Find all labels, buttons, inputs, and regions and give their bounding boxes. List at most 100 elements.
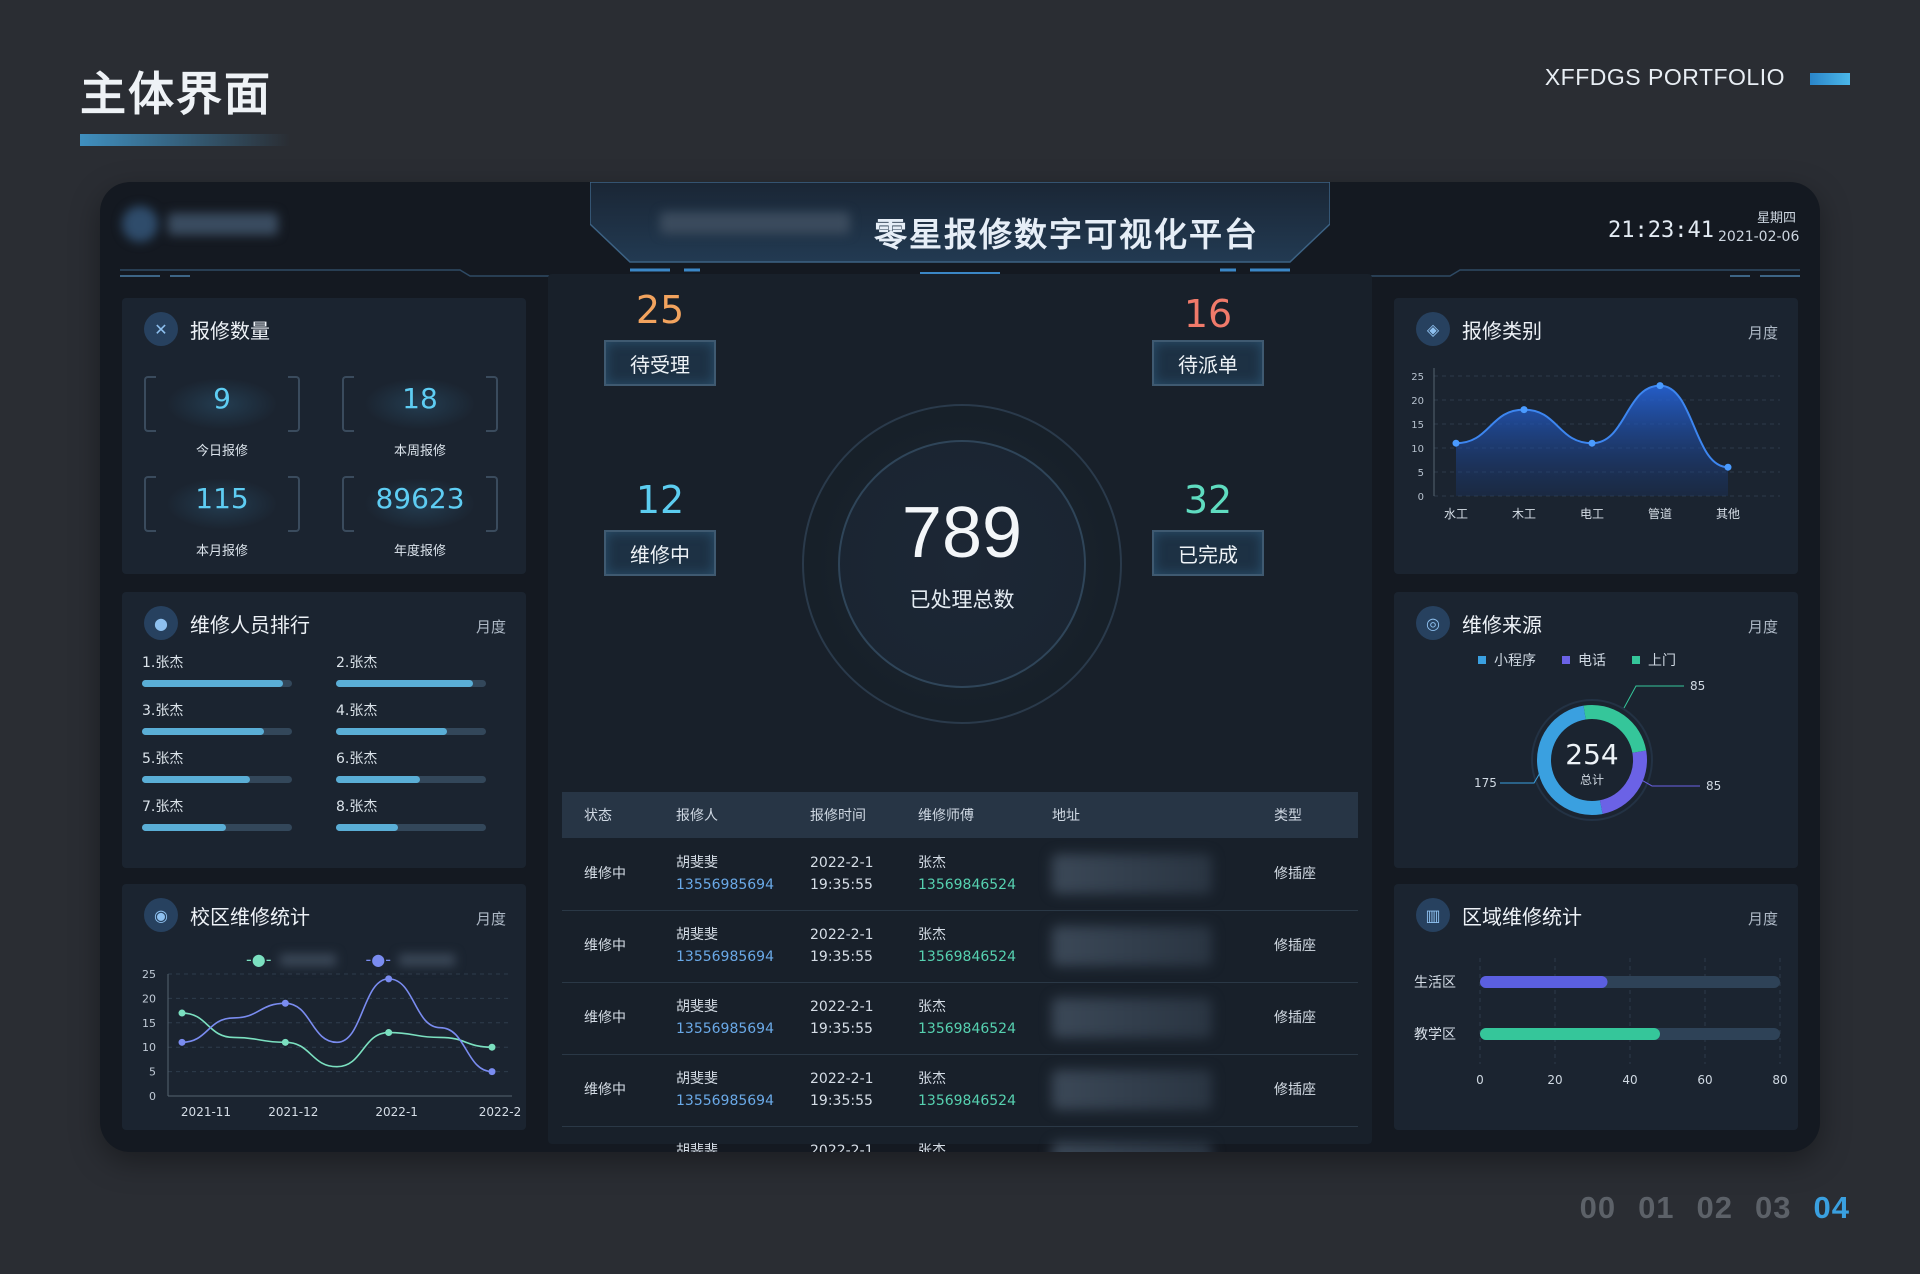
panel-repair-category: ◈ 报修类别 月度 0 5 10 15 20 25 水工 木工 电工 管道 其他 xyxy=(1394,298,1798,574)
counter-in-repair[interactable]: 12 维修中 xyxy=(580,478,740,576)
worker-name: 张杰 xyxy=(918,854,946,871)
period-selector[interactable]: 月度 xyxy=(1748,616,1778,637)
location-icon: ◉ xyxy=(144,898,178,932)
ranking-item: 7.张杰 xyxy=(142,796,292,831)
stat-label: 本月报修 xyxy=(195,544,248,559)
col-status[interactable]: 状态 xyxy=(562,792,654,838)
header-line-left xyxy=(120,269,580,277)
category-label: 生活区 xyxy=(1414,975,1456,991)
table-row[interactable]: 维修中胡斐斐135569856942022-2-119:35:55张杰13569… xyxy=(562,838,1358,911)
panel-title: 区域维修统计 xyxy=(1462,904,1582,929)
cell-type: 修插座 xyxy=(1252,910,1358,983)
x-tick-label: 2022-2 xyxy=(479,1105,522,1119)
period-selector[interactable]: 月度 xyxy=(1748,322,1778,343)
cell-address xyxy=(1030,1126,1252,1152)
reporter-name: 胡斐斐 xyxy=(676,1071,718,1087)
table-row[interactable]: 维修中胡斐斐135569856942022-2-119:35:55张杰13569… xyxy=(562,1126,1358,1152)
panel-repair-source: ◎ 维修来源 月度 小程序 电话 上门 254 总计 85 85 175 xyxy=(1394,592,1798,868)
source-donut-chart: 254 总计 85 85 175 xyxy=(1474,679,1721,821)
ranking-bar xyxy=(142,824,226,831)
col-type[interactable]: 类型 xyxy=(1252,792,1358,838)
cell-address xyxy=(1030,1054,1252,1127)
dashboard-screen: 零星报修数字可视化平台 21:23:41 星期四 2021-02-06 ✕ 报修数… xyxy=(100,182,1820,1152)
table-row[interactable]: 维修中胡斐斐135569856942022-2-119:35:55张杰13569… xyxy=(562,1054,1358,1127)
ranking-item: 2.张杰 xyxy=(336,652,486,687)
counter-pending-accept[interactable]: 25 待受理 xyxy=(580,288,740,386)
panel-region-stats: ▥ 区域维修统计 月度 0 20 40 60 80 生活区 教学区 xyxy=(1394,884,1798,1130)
clock-weekday: 星期四 xyxy=(1756,211,1796,226)
x-tick-label: 0 xyxy=(1476,1073,1484,1087)
y-tick-label: 10 xyxy=(1411,444,1424,455)
period-selector[interactable]: 月度 xyxy=(476,908,506,929)
ranking-bar xyxy=(336,728,447,735)
campus-line-chart: 0 5 10 15 20 25 2021-11 2021-12 2022-1 2022-2 xyxy=(142,970,522,1119)
report-time: 19:35:55 xyxy=(810,949,873,965)
donut-total: 254 xyxy=(1565,738,1618,771)
counter-pending-dispatch[interactable]: 16 待派单 xyxy=(1128,292,1288,386)
worker-phone: 13569846524 xyxy=(918,876,1016,893)
reporter-name: 胡斐斐 xyxy=(676,927,718,943)
page-03[interactable]: 03 xyxy=(1755,1190,1791,1226)
col-address[interactable]: 地址 xyxy=(1030,792,1252,838)
ranking-item: 3.张杰 xyxy=(142,700,292,735)
table-row[interactable]: 维修中胡斐斐135569856942022-2-119:35:55张杰13569… xyxy=(562,982,1358,1055)
y-tick-label: 5 xyxy=(1418,468,1424,479)
page-01[interactable]: 01 xyxy=(1638,1190,1674,1226)
report-date: 2022-2-1 xyxy=(810,1143,874,1152)
data-point xyxy=(1588,439,1596,447)
stat-label: 今日报修 xyxy=(195,444,248,459)
ranking-bar xyxy=(336,824,398,831)
page-00[interactable]: 00 xyxy=(1580,1190,1616,1226)
x-tick-label: 木工 xyxy=(1512,507,1536,521)
report-time: 19:35:55 xyxy=(810,1021,873,1037)
col-reporter[interactable]: 报修人 xyxy=(654,792,788,838)
cell-worker: 张杰 13569846524 xyxy=(896,982,1030,1055)
ranking-track xyxy=(142,680,292,687)
report-date: 2022-2-1 xyxy=(810,1071,874,1087)
cell-address xyxy=(1030,838,1252,911)
data-point xyxy=(178,1009,186,1017)
cell-worker: 张杰13569846524 xyxy=(896,1126,1030,1152)
cell-worker: 张杰 13569846524 xyxy=(896,838,1030,911)
report-time: 19:35:55 xyxy=(810,1093,873,1109)
heading-underline xyxy=(80,134,290,146)
cell-address xyxy=(1030,982,1252,1055)
header-subtitle-blurred xyxy=(660,212,850,234)
period-selector[interactable]: 月度 xyxy=(476,616,506,637)
slice-label: 175 xyxy=(1474,776,1497,790)
table-row[interactable]: 维修中胡斐斐135569856942022-2-119:35:55张杰13569… xyxy=(562,910,1358,983)
y-tick-label: 0 xyxy=(149,1090,156,1103)
data-point xyxy=(281,1038,289,1046)
worker-phone: 13569846524 xyxy=(918,1021,1016,1037)
worker-phone: 13569846524 xyxy=(918,1093,1016,1109)
page-02[interactable]: 02 xyxy=(1697,1190,1733,1226)
cell-status: 维修中 xyxy=(562,982,654,1055)
ranking-bar xyxy=(336,776,420,783)
worker-name: 张杰 xyxy=(918,999,946,1015)
legend-item[interactable]: 电话 xyxy=(1562,650,1606,670)
clock-time: 21:23:41 xyxy=(1608,218,1714,243)
data-point xyxy=(178,1038,186,1046)
ranking-item: 1.张杰 xyxy=(142,652,292,687)
address-blurred xyxy=(1052,1070,1212,1110)
category-area-chart: 0 5 10 15 20 25 水工 木工 电工 管道 其他 xyxy=(1411,368,1780,521)
data-point xyxy=(488,1068,496,1076)
cell-type: 修插座 xyxy=(1252,1126,1358,1152)
page-04[interactable]: 04 xyxy=(1814,1190,1850,1226)
legend-item[interactable]: 小程序 xyxy=(1478,650,1536,670)
x-tick-label: 2021-12 xyxy=(268,1105,318,1119)
col-worker[interactable]: 维修师傅 xyxy=(896,792,1030,838)
bar xyxy=(1480,976,1608,988)
cell-type: 修插座 xyxy=(1252,1054,1358,1127)
ranking-item: 5.张杰 xyxy=(142,748,292,783)
total-processed-label: 已处理总数 xyxy=(909,588,1015,612)
source-legend: 小程序 电话 上门 xyxy=(1478,650,1676,670)
col-report-time[interactable]: 报修时间 xyxy=(788,792,896,838)
reporter-phone: 13556985694 xyxy=(676,876,774,893)
counter-completed[interactable]: 32 已完成 xyxy=(1128,478,1288,576)
counter-label: 待派单 xyxy=(1152,340,1264,386)
period-selector[interactable]: 月度 xyxy=(1748,908,1778,929)
legend-item[interactable]: 上门 xyxy=(1632,650,1676,670)
region-bar-chart: 0 20 40 60 80 生活区教学区 xyxy=(1414,958,1788,1087)
user-icon: ● xyxy=(144,606,178,640)
